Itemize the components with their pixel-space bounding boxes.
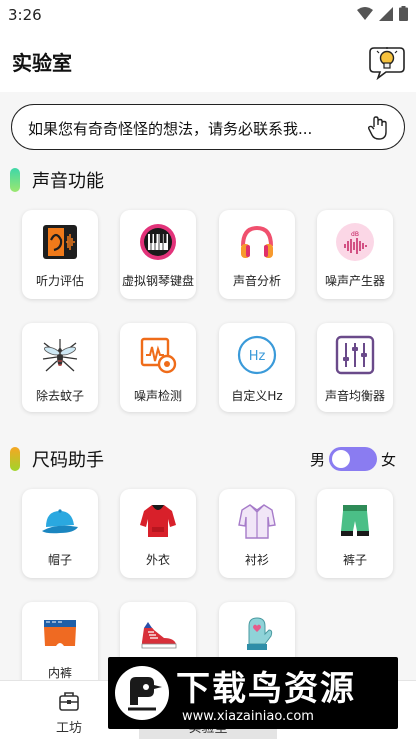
size-section-title: 尺码助手 (32, 450, 104, 471)
svg-text:dB: dB (351, 231, 359, 238)
card-hearing-test[interactable]: 听力评估 (22, 210, 98, 299)
card-cap[interactable]: 帽子 (22, 489, 98, 578)
section-accent-bar (10, 447, 20, 471)
status-bar: 3:26 (0, 0, 416, 30)
card-noise-generator[interactable]: dB 噪声产生器 (317, 210, 393, 299)
mitten-icon (247, 617, 273, 650)
toolbox-icon (59, 692, 79, 711)
svg-text:Hz: Hz (249, 349, 266, 364)
noise-generator-icon: dB (336, 223, 374, 261)
hoodie-icon (140, 505, 176, 537)
underwear-icon (44, 620, 76, 646)
watermark-banner: 下载鸟资源 www.xiazainiao.com (108, 657, 398, 729)
mosquito-icon (42, 339, 78, 372)
card-label: 外衣 (145, 553, 170, 567)
page-title: 实验室 (12, 51, 72, 75)
card-equalizer[interactable]: 声音均衡器 (317, 323, 393, 412)
gender-toggle: 男 女 (310, 447, 406, 471)
hz-icon: Hz (237, 335, 277, 375)
card-piano[interactable]: 虚拟钢琴键盘 (120, 210, 196, 299)
status-icons (357, 6, 408, 21)
idea-bulb-icon[interactable] (368, 42, 406, 80)
piano-icon (140, 224, 176, 260)
card-shirt[interactable]: 衬衫 (219, 489, 295, 578)
card-coat[interactable]: 外衣 (120, 489, 196, 578)
card-label: 虚拟钢琴键盘 (121, 274, 194, 288)
shorts-icon (341, 505, 369, 536)
feedback-text: 如果您有奇奇怪怪的想法，请务必联系我... (28, 120, 313, 138)
card-label: 除去蚊子 (35, 389, 84, 403)
equalizer-icon (335, 335, 375, 375)
noise-detect-icon (140, 337, 177, 374)
bird-logo-icon (115, 666, 169, 720)
card-label: 内裤 (47, 666, 72, 680)
card-label: 裤子 (342, 553, 367, 567)
app-bar: 实验室 (0, 30, 416, 92)
card-underwear[interactable]: 内裤 (22, 602, 98, 691)
card-label: 噪声产生器 (324, 274, 385, 288)
sound-section-header: 声音功能 (10, 167, 104, 193)
card-label: 帽子 (47, 553, 72, 567)
card-mosquito[interactable]: 除去蚊子 (22, 323, 98, 412)
section-accent-bar (10, 168, 20, 192)
switch-knob (332, 450, 351, 468)
sneaker-icon (141, 622, 177, 649)
card-sound-analysis[interactable]: 声音分析 (219, 210, 295, 299)
gender-switch[interactable] (329, 447, 378, 471)
card-label: 声音均衡器 (324, 389, 385, 403)
card-custom-hz[interactable]: Hz 自定义Hz (219, 323, 295, 412)
battery-icon (399, 6, 408, 21)
watermark-title: 下载鸟资源 (176, 669, 356, 709)
pointer-hand-icon (368, 116, 387, 140)
card-pants[interactable]: 裤子 (317, 489, 393, 578)
hearing-icon (43, 225, 77, 259)
male-label: 男 (310, 450, 326, 469)
card-label: 声音分析 (232, 274, 281, 288)
card-label: 衬衫 (244, 553, 269, 567)
cap-icon (42, 509, 78, 534)
watermark-url: www.xiazainiao.com (182, 709, 314, 724)
wifi-icon (357, 6, 373, 20)
female-label: 女 (381, 450, 397, 469)
feedback-box[interactable]: 如果您有奇奇怪怪的想法，请务必联系我... (11, 104, 405, 150)
signal-icon (379, 6, 393, 21)
card-label: 听力评估 (35, 274, 84, 288)
size-section-header: 尺码助手 (10, 446, 104, 472)
card-label: 噪声检测 (133, 389, 182, 403)
card-noise-detect[interactable]: 噪声检测 (120, 323, 196, 412)
status-time: 3:26 (8, 6, 42, 24)
card-label: 自定义Hz (231, 389, 283, 403)
shirt-icon (238, 504, 276, 539)
headphones-icon (241, 225, 273, 258)
sound-section-title: 声音功能 (32, 171, 104, 192)
